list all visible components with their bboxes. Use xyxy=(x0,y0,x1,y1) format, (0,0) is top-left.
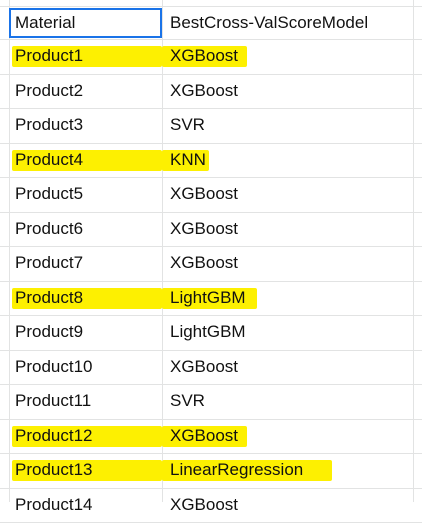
model-cell[interactable]: XGBoost xyxy=(170,350,238,384)
model-cell[interactable]: SVR xyxy=(170,384,205,418)
material-cell[interactable]: Product11 xyxy=(15,384,91,418)
grid-line xyxy=(0,384,422,385)
material-cell[interactable]: Product8 xyxy=(15,281,83,315)
material-cell[interactable]: Product4 xyxy=(15,143,83,177)
grid-line xyxy=(0,453,422,454)
grid-line xyxy=(0,39,422,40)
model-cell[interactable]: LightGBM xyxy=(170,315,246,349)
model-cell[interactable]: SVR xyxy=(170,108,205,142)
header-cell-model[interactable]: BestCross-ValScoreModel xyxy=(170,6,368,40)
material-cell[interactable]: Product2 xyxy=(15,74,83,108)
grid-line xyxy=(0,246,422,247)
grid-line xyxy=(0,487,422,489)
material-cell[interactable]: Product6 xyxy=(15,212,83,246)
grid-line xyxy=(0,73,422,75)
spreadsheet-grid: Material BestCross-ValScoreModel Product… xyxy=(0,0,422,523)
model-cell[interactable]: XGBoost xyxy=(170,74,238,108)
grid-line xyxy=(0,349,422,351)
grid-line xyxy=(0,280,422,282)
material-cell[interactable]: Product12 xyxy=(15,419,93,453)
model-cell[interactable]: LinearRegression xyxy=(170,453,303,487)
grid-line xyxy=(0,418,422,420)
grid-line xyxy=(0,142,422,144)
model-cell[interactable]: XGBoost xyxy=(170,39,238,73)
grid-line xyxy=(0,108,422,109)
grid-line xyxy=(0,6,422,7)
material-cell[interactable]: Product9 xyxy=(15,315,83,349)
model-cell[interactable]: LightGBM xyxy=(170,281,246,315)
header-cell-material[interactable]: Material xyxy=(15,6,75,40)
material-cell[interactable]: Product5 xyxy=(15,177,83,211)
model-cell[interactable]: KNN xyxy=(170,143,206,177)
grid-line xyxy=(413,0,414,502)
material-cell[interactable]: Product10 xyxy=(15,350,93,384)
material-cell[interactable]: Product7 xyxy=(15,246,83,280)
grid-line xyxy=(0,211,422,213)
grid-line xyxy=(0,177,422,178)
model-cell[interactable]: XGBoost xyxy=(170,419,238,453)
material-cell[interactable]: Product13 xyxy=(15,453,93,487)
model-cell[interactable]: XGBoost xyxy=(170,488,238,522)
material-cell[interactable]: Product1 xyxy=(15,39,83,73)
material-cell[interactable]: Product14 xyxy=(15,488,93,522)
model-cell[interactable]: XGBoost xyxy=(170,177,238,211)
model-cell[interactable]: XGBoost xyxy=(170,212,238,246)
model-cell[interactable]: XGBoost xyxy=(170,246,238,280)
grid-line xyxy=(0,315,422,316)
grid-line xyxy=(9,0,10,502)
material-cell[interactable]: Product3 xyxy=(15,108,83,142)
